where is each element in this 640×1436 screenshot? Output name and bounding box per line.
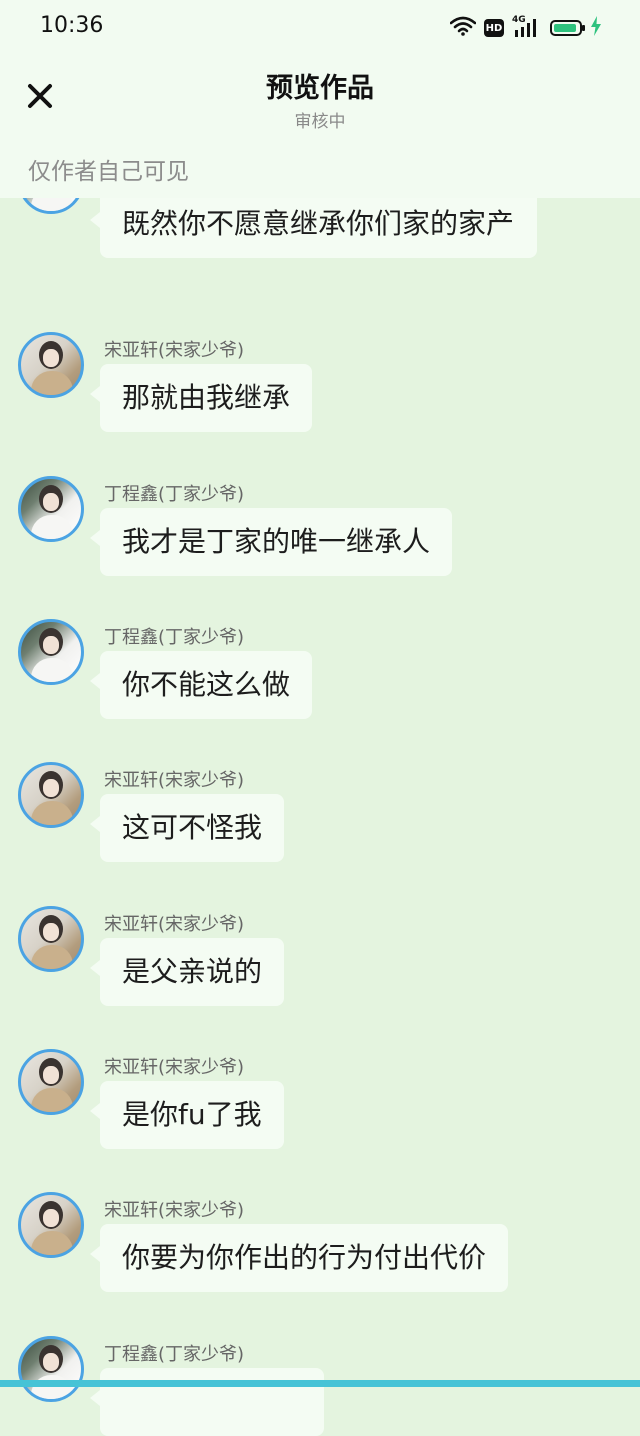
- review-status: 审核中: [294, 112, 346, 132]
- avatar[interactable]: [18, 476, 84, 542]
- visibility-note: 仅作者自己可见: [28, 159, 189, 185]
- message-bubble[interactable]: 这可不怪我: [89, 794, 285, 862]
- speaker-name: 丁程鑫(丁家少爷): [104, 627, 245, 648]
- speaker-name: 宋亚轩(宋家少爷): [104, 914, 245, 935]
- hd-icon: HD: [484, 19, 504, 37]
- avatar[interactable]: [18, 332, 84, 398]
- message-bubble[interactable]: 是你fu了我: [90, 1081, 284, 1149]
- message-bubble[interactable]: 既然你不愿意继承你们家的家产: [90, 190, 537, 258]
- message-bubble[interactable]: 那就由我继承: [89, 364, 313, 432]
- message-bubble[interactable]: 你不能这么做: [89, 651, 313, 719]
- page-title: 预览作品: [266, 73, 374, 104]
- speaker-name: 丁程鑫(丁家少爷): [104, 484, 245, 505]
- avatar[interactable]: [18, 619, 84, 685]
- speaker-name: 宋亚轩(宋家少爷): [104, 340, 245, 361]
- speaker-name: 宋亚轩(宋家少爷): [104, 1057, 245, 1078]
- battery-icon: [550, 20, 585, 36]
- avatar[interactable]: [18, 906, 84, 972]
- wifi-icon: [449, 16, 477, 40]
- message-bubble[interactable]: 我才是丁家的唯一继承人: [89, 508, 453, 576]
- message-bubble[interactable]: 是父亲说的: [89, 938, 285, 1006]
- status-bar: 10:36 HD 4G: [0, 0, 640, 56]
- speaker-name: 宋亚轩(宋家少爷): [104, 770, 245, 791]
- avatar[interactable]: [18, 1336, 84, 1402]
- battery-level: [554, 24, 576, 32]
- header: 10:36 HD 4G 预览作品 审核中 仅作者自己可见: [0, 0, 640, 198]
- chat-transcript: 既然你不愿意继承你们家的家产 宋亚轩(宋家少爷) 那就由我继承 丁程鑫(丁家少爷…: [0, 0, 640, 1436]
- avatar[interactable]: [18, 762, 84, 828]
- avatar[interactable]: [18, 1049, 84, 1115]
- message-bubble[interactable]: 你要为你作出的行为付出代价: [89, 1224, 509, 1292]
- status-time: 10:36: [40, 13, 104, 38]
- signal-icon: 4G: [512, 15, 542, 39]
- bottom-accent-bar: [0, 1380, 640, 1387]
- message-bubble[interactable]: [90, 1368, 324, 1436]
- speaker-name: 宋亚轩(宋家少爷): [104, 1200, 245, 1221]
- avatar[interactable]: [18, 1192, 84, 1258]
- speaker-name: 丁程鑫(丁家少爷): [104, 1344, 245, 1365]
- status-icons: HD 4G: [449, 15, 602, 40]
- charging-bolt-icon: [590, 16, 602, 40]
